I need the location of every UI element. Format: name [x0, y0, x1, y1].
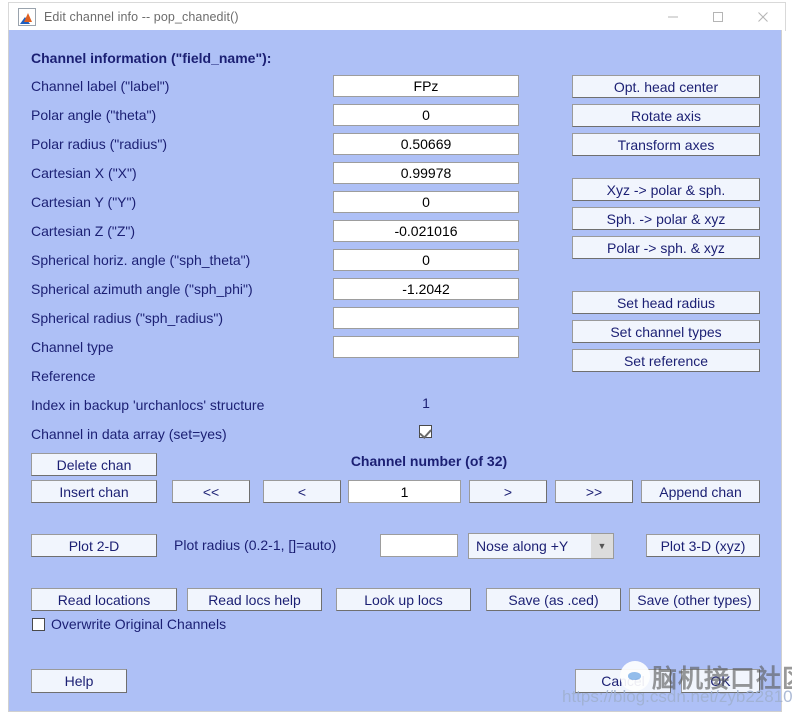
rotate-axis-button[interactable]: Rotate axis	[572, 104, 760, 127]
label-sph-phi: Spherical azimuth angle ("sph_phi")	[31, 281, 253, 297]
label-sph-radius: Spherical radius ("sph_radius")	[31, 310, 224, 326]
maximize-icon[interactable]	[695, 3, 740, 31]
delete-chan-button[interactable]: Delete chan	[31, 453, 157, 476]
window-titlebar: Edit channel info -- pop_chanedit()	[8, 2, 786, 31]
sph-radius-input[interactable]	[333, 307, 519, 329]
xyz-to-polar-sph-button[interactable]: Xyz -> polar & sph.	[572, 178, 760, 201]
polar-radius-input[interactable]	[333, 133, 519, 155]
label-channel-type: Channel type	[31, 339, 114, 355]
save-as-ced-button[interactable]: Save (as .ced)	[486, 588, 621, 611]
label-polar-radius: Polar radius ("radius")	[31, 136, 167, 152]
label-polar-angle: Polar angle ("theta")	[31, 107, 157, 123]
channel-number-input[interactable]	[348, 480, 461, 503]
label-channel-label: Channel label ("label")	[31, 78, 170, 94]
channel-in-data-array-checkbox[interactable]	[419, 425, 432, 438]
matlab-icon	[18, 8, 36, 26]
overwrite-original-channels-label: Overwrite Original Channels	[51, 616, 227, 632]
channel-type-input[interactable]	[333, 336, 519, 358]
label-sph-theta: Spherical horiz. angle ("sph_theta")	[31, 252, 251, 268]
window-controls	[650, 3, 785, 31]
application-window: Edit channel info -- pop_chanedit() Chan…	[0, 0, 792, 718]
save-other-types-button[interactable]: Save (other types)	[629, 588, 760, 611]
last-channel-button[interactable]: >>	[555, 480, 633, 503]
sph-to-polar-xyz-button[interactable]: Sph. -> polar & xyz	[572, 207, 760, 230]
cartesian-z-input[interactable]	[333, 220, 519, 242]
set-head-radius-button[interactable]: Set head radius	[572, 291, 760, 314]
dialog-body: Channel information ("field_name"): Chan…	[8, 30, 782, 712]
backup-index-value: 1	[422, 395, 430, 411]
channel-label-input[interactable]	[333, 75, 519, 97]
opt-head-center-button[interactable]: Opt. head center	[572, 75, 760, 98]
plot-radius-label: Plot radius (0.2-1, []=auto)	[174, 537, 337, 553]
plot-3d-button[interactable]: Plot 3-D (xyz)	[646, 534, 760, 557]
previous-channel-button[interactable]: <	[263, 480, 341, 503]
append-chan-button[interactable]: Append chan	[641, 480, 760, 503]
plot-2d-button[interactable]: Plot 2-D	[31, 534, 157, 557]
set-reference-button[interactable]: Set reference	[572, 349, 760, 372]
close-icon[interactable]	[740, 3, 785, 31]
polar-to-sph-xyz-button[interactable]: Polar -> sph. & xyz	[572, 236, 760, 259]
nose-orientation-select[interactable]: Nose along +Y ▼	[468, 533, 614, 559]
minimize-icon[interactable]	[650, 3, 695, 31]
label-cartesian-z: Cartesian Z ("Z")	[31, 223, 136, 239]
set-channel-types-button[interactable]: Set channel types	[572, 320, 760, 343]
label-reference: Reference	[31, 368, 96, 384]
transform-axes-button[interactable]: Transform axes	[572, 133, 760, 156]
read-locs-help-button[interactable]: Read locs help	[187, 588, 322, 611]
sph-phi-input[interactable]	[333, 278, 519, 300]
cartesian-y-input[interactable]	[333, 191, 519, 213]
label-in-data-array: Channel in data array (set=yes)	[31, 426, 227, 442]
look-up-locs-button[interactable]: Look up locs	[336, 588, 471, 611]
overwrite-original-channels-checkbox[interactable]	[32, 618, 45, 631]
first-channel-button[interactable]: <<	[172, 480, 250, 503]
insert-chan-button[interactable]: Insert chan	[31, 480, 157, 503]
window-title: Edit channel info -- pop_chanedit()	[44, 10, 239, 24]
chevron-down-icon: ▼	[591, 534, 613, 558]
label-backup-index: Index in backup 'urchanlocs' structure	[31, 397, 265, 413]
plot-radius-input[interactable]	[380, 534, 458, 557]
polar-angle-input[interactable]	[333, 104, 519, 126]
next-channel-button[interactable]: >	[469, 480, 547, 503]
label-cartesian-y: Cartesian Y ("Y")	[31, 194, 137, 210]
read-locations-button[interactable]: Read locations	[31, 588, 177, 611]
cartesian-x-input[interactable]	[333, 162, 519, 184]
ok-button[interactable]: OK	[681, 669, 760, 693]
help-button[interactable]: Help	[31, 669, 127, 693]
label-cartesian-x: Cartesian X ("X")	[31, 165, 137, 181]
section-heading: Channel information ("field_name"):	[31, 50, 272, 66]
sph-theta-input[interactable]	[333, 249, 519, 271]
channel-number-title: Channel number (of 32)	[350, 453, 508, 469]
cancel-button[interactable]: Cancel	[575, 669, 671, 693]
nose-orientation-value: Nose along +Y	[476, 538, 569, 554]
